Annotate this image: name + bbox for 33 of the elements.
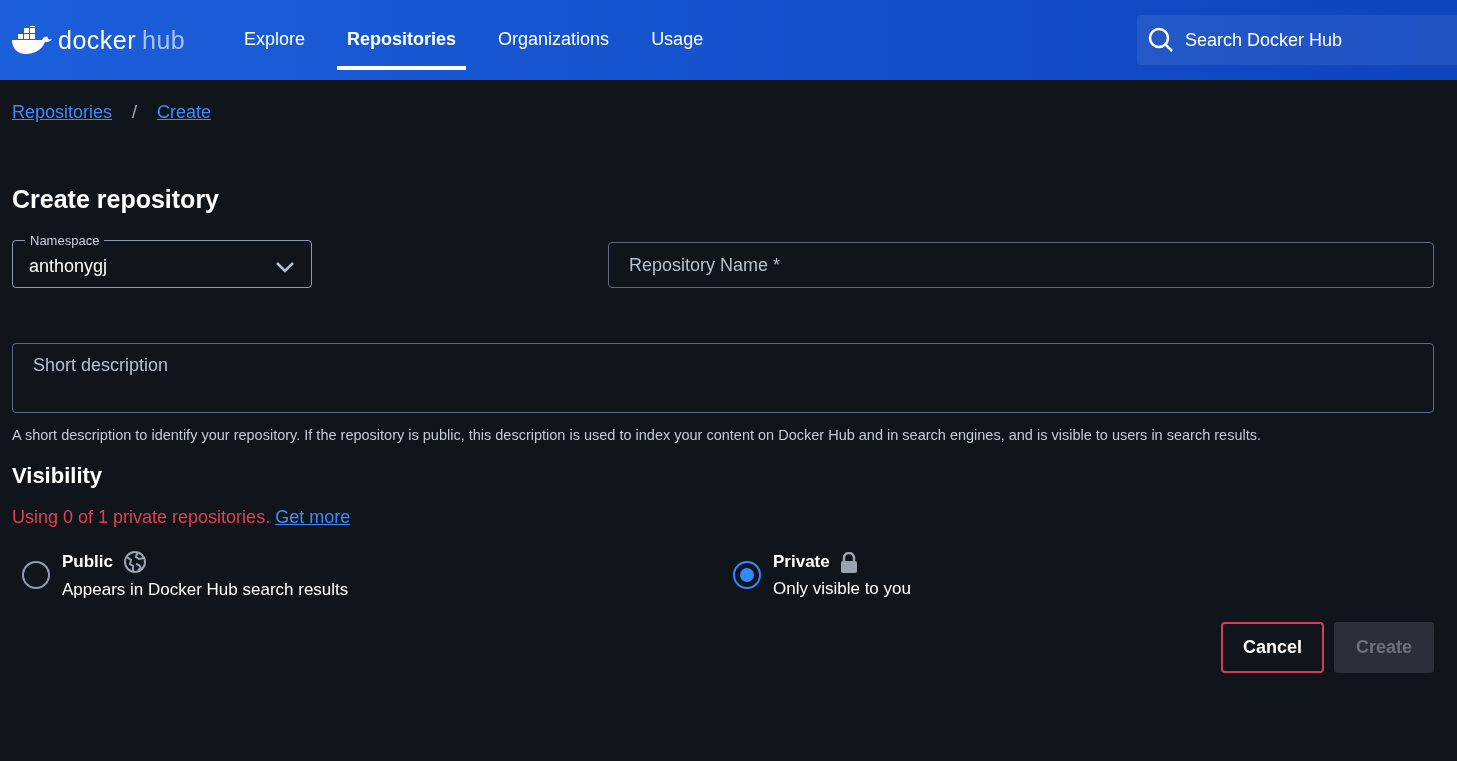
repository-name-field[interactable]: Repository Name * — [608, 242, 1434, 288]
whale-logo-icon — [12, 26, 52, 54]
short-description-field[interactable]: Short description — [12, 343, 1434, 413]
logo-text: docker — [58, 25, 137, 55]
search-placeholder: Search Docker Hub — [1185, 29, 1343, 51]
search-field[interactable]: Search Docker Hub — [1137, 15, 1457, 65]
radio-button[interactable] — [22, 561, 50, 589]
breadcrumb-link[interactable]: Repositories — [12, 102, 113, 123]
option-description: Only visible to you — [773, 578, 911, 599]
globe-icon — [123, 550, 147, 574]
usage-warning: Using 0 of 1 private repositories. — [12, 507, 271, 528]
logo-suffix: hub — [142, 25, 186, 55]
option-label: Private — [773, 552, 830, 572]
nav-tab[interactable]: Explore — [234, 8, 316, 70]
section-heading: Visibility — [12, 463, 104, 489]
search-icon — [1147, 26, 1175, 54]
option-description: Appears in Docker Hub search results — [62, 580, 349, 600]
cancel-button[interactable]: Cancel — [1220, 622, 1324, 673]
nav-tab[interactable]: Repositories — [337, 8, 467, 70]
nav-tab[interactable]: Organizations — [488, 8, 620, 70]
chevron-down-icon — [275, 260, 295, 273]
help-text: A short description to identify your repository. If the repository is public, this description is used to index your content on Docker Hub and in search engines, and is visible to users in search results. — [12, 427, 1262, 443]
namespace-select[interactable]: Namespace anthonygj — [12, 233, 312, 288]
namespace-label: Namespace — [29, 233, 101, 248]
nav-tab[interactable]: Usage — [641, 8, 714, 70]
radio-button[interactable] — [733, 561, 761, 589]
get-more-link[interactable]: Get more — [275, 507, 351, 528]
breadcrumb-separator: / — [132, 102, 138, 123]
breadcrumb-link[interactable]: Create — [157, 102, 212, 123]
page-title: Create repository — [12, 185, 221, 214]
lock-icon — [839, 551, 858, 573]
namespace-value: anthonygj — [29, 256, 108, 277]
option-label: Public — [62, 552, 113, 572]
